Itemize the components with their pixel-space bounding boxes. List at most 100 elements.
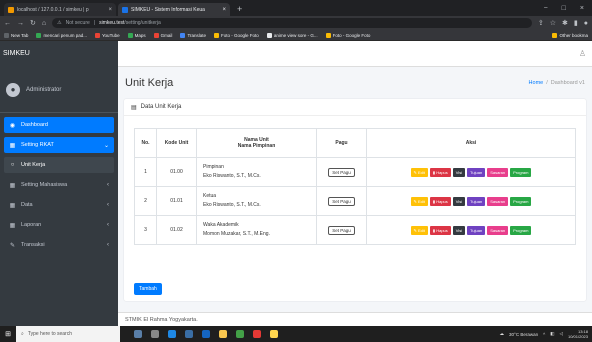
program-button[interactable]: Program <box>510 196 532 206</box>
phpmyadmin-icon <box>8 6 14 13</box>
maximize-icon[interactable]: □ <box>562 5 566 12</box>
bookmark-new-tab[interactable]: New Tab <box>4 32 28 38</box>
set-pagu-button[interactable]: Set Pagu <box>328 225 355 235</box>
gmail-icon <box>153 32 159 38</box>
program-button[interactable]: Program <box>510 225 532 235</box>
breadcrumb-current: Dashboard v1 <box>550 80 585 86</box>
bookmark-anime[interactable]: anime view sore - G... <box>266 32 318 38</box>
edit-button[interactable]: ✎ Edit <box>410 167 428 177</box>
bookmark-foto-2[interactable]: Foto - Google Foto <box>325 32 370 38</box>
weather-icon: ☁ <box>499 331 505 336</box>
visi-button[interactable]: Visi <box>452 167 466 177</box>
chrome-icon[interactable] <box>253 330 261 338</box>
visi-button[interactable]: Visi <box>452 196 466 206</box>
table-row: 2 01.01 Ketua Eko Riswanto, S.T., M.Cs. Set … <box>134 186 576 216</box>
bookmark-foto[interactable]: Foto - Google Foto <box>214 32 259 38</box>
edit-icon: ✎ <box>9 242 16 249</box>
bookmark-youtube[interactable]: YouTube <box>94 32 120 38</box>
sidebar-item-dashboard[interactable]: ◉ Dashboard <box>4 117 114 133</box>
home-icon[interactable]: ⌂ <box>42 20 46 27</box>
tujuan-button[interactable]: Tujuan <box>467 167 486 177</box>
taskbar: ⊞ ⌕ Type here to search ☁ 30°C Berawan ^… <box>0 326 592 342</box>
bookmark-mencari[interactable]: mencari penum pad... <box>36 32 87 38</box>
sasaran-button[interactable]: Sasaran <box>487 225 509 235</box>
sidebar-item-laporan[interactable]: ▦ Laporan ‹ <box>4 217 114 233</box>
hapus-button[interactable]: ▮ Hapus <box>429 225 451 235</box>
url-bar[interactable]: ⚠ Not secure | simkeu.test/setting/unitk… <box>52 18 532 28</box>
tray-chevron-icon[interactable]: ^ <box>543 332 545 337</box>
visi-button[interactable]: Visi <box>452 225 466 235</box>
action-buttons: ✎ Edit ▮ Hapus Visi Tujuan Sasaran Program <box>367 225 575 235</box>
breadcrumb-home[interactable]: Home <box>529 80 544 86</box>
set-pagu-button[interactable]: Set Pagu <box>328 196 355 206</box>
windows-start-icon[interactable]: ⊞ <box>0 330 16 338</box>
grid-icon: ▦ <box>9 182 16 189</box>
taskbar-search[interactable]: ⌕ Type here to search <box>16 326 120 342</box>
bookmark-gmail[interactable]: Gmail <box>153 32 172 38</box>
bookmark-maps[interactable]: Maps <box>127 32 146 38</box>
sidebar-item-data[interactable]: ▦ Data ‹ <box>4 197 114 213</box>
minimize-icon[interactable]: − <box>544 5 548 12</box>
share-icon[interactable]: ⇪ <box>538 19 544 27</box>
network-icon[interactable]: ◧ <box>550 331 554 337</box>
address-bar-row: ← → ↻ ⌂ ⚠ Not secure | simkeu.test/setti… <box>0 16 592 30</box>
cell-aksi: ✎ Edit ▮ Hapus Visi Tujuan Sasaran Program <box>366 215 576 245</box>
edit-button[interactable]: ✎ Edit <box>410 225 428 235</box>
youtube-icon <box>94 32 100 38</box>
app-icon[interactable] <box>236 330 244 338</box>
bookmark-translate[interactable]: Translate <box>180 32 206 38</box>
sidebar-item-transaksi[interactable]: ✎ Transaksi ‹ <box>4 237 114 253</box>
grid-icon: ▦ <box>9 142 16 149</box>
unit-kerja-table: No. Kode Unit Nama Unit Nama Pimpinan Pag… <box>134 128 576 245</box>
mail-icon[interactable] <box>202 330 210 338</box>
weather-text[interactable]: 30°C Berawan <box>509 332 538 337</box>
close-window-icon[interactable]: × <box>580 5 584 12</box>
brand-logo[interactable]: SIMKEU <box>0 40 118 67</box>
clock[interactable]: 13:18 10/01/2023 <box>568 329 588 339</box>
extensions-icon[interactable]: ✱ <box>562 19 568 27</box>
hapus-button[interactable]: ▮ Hapus <box>429 167 451 177</box>
forward-icon[interactable]: → <box>17 20 24 27</box>
widget-icon[interactable] <box>134 330 142 338</box>
back-icon[interactable]: ← <box>4 20 11 27</box>
globe-icon <box>266 32 272 38</box>
task-view-icon[interactable] <box>151 330 159 338</box>
sidebar-item-setting-rkat[interactable]: ▦ Setting RKAT ⌄ <box>4 137 114 153</box>
browser-tab-simkeu[interactable]: SIMKEU - Sistem Informasi Keua × <box>118 3 230 16</box>
sasaran-button[interactable]: Sasaran <box>487 167 509 177</box>
table-icon: ▤ <box>131 104 137 111</box>
dashboard-icon: ◉ <box>9 122 16 129</box>
tab-label: SIMKEU - Sistem Informasi Keua <box>131 6 205 13</box>
edit-button[interactable]: ✎ Edit <box>410 196 428 206</box>
close-tab-icon[interactable]: × <box>222 7 226 13</box>
sidebar-item-label: Unit Kerja <box>21 162 46 168</box>
table-header-row: No. Kode Unit Nama Unit Nama Pimpinan Pag… <box>134 128 576 158</box>
volume-icon[interactable]: ◁ <box>560 331 563 337</box>
circle-icon: ○ <box>10 162 15 168</box>
other-bookmarks[interactable]: Other bookma <box>552 32 588 38</box>
app-icon-2[interactable] <box>270 330 278 338</box>
edge-icon[interactable] <box>168 330 176 338</box>
program-button[interactable]: Program <box>510 167 532 177</box>
reload-icon[interactable]: ↻ <box>30 19 36 27</box>
close-tab-icon[interactable]: × <box>108 7 112 13</box>
set-pagu-button[interactable]: Set Pagu <box>328 167 355 177</box>
sidebar-toggle-icon[interactable]: ▮ <box>574 19 578 27</box>
browser-tab-phpmyadmin[interactable]: localhost / 127.0.0.1 / simkeu | p × <box>4 3 116 16</box>
tujuan-button[interactable]: Tujuan <box>467 196 486 206</box>
tambah-button[interactable]: Tambah <box>134 283 162 295</box>
sasaran-button[interactable]: Sasaran <box>487 196 509 206</box>
star-icon[interactable]: ☆ <box>550 19 556 27</box>
cell-kode: 01.01 <box>156 186 197 216</box>
hapus-button[interactable]: ▮ Hapus <box>429 196 451 206</box>
unit-kerja-card: ▤ Data Unit Kerja No. Kode Unit Nama Uni… <box>124 99 586 301</box>
profile-icon[interactable]: ● <box>584 20 588 27</box>
tujuan-button[interactable]: Tujuan <box>467 225 486 235</box>
sidebar-item-setting-mahasiswa[interactable]: ▦ Setting Mahasiswa ‹ <box>4 177 114 193</box>
file-explorer-icon[interactable] <box>219 330 227 338</box>
user-icon[interactable]: ♙ <box>579 49 586 58</box>
store-icon[interactable] <box>185 330 193 338</box>
new-tab-button[interactable]: + <box>232 3 247 16</box>
sidebar-item-unit-kerja[interactable]: ○ Unit Kerja <box>4 157 114 173</box>
user-panel[interactable]: ● Administrator <box>0 67 118 113</box>
